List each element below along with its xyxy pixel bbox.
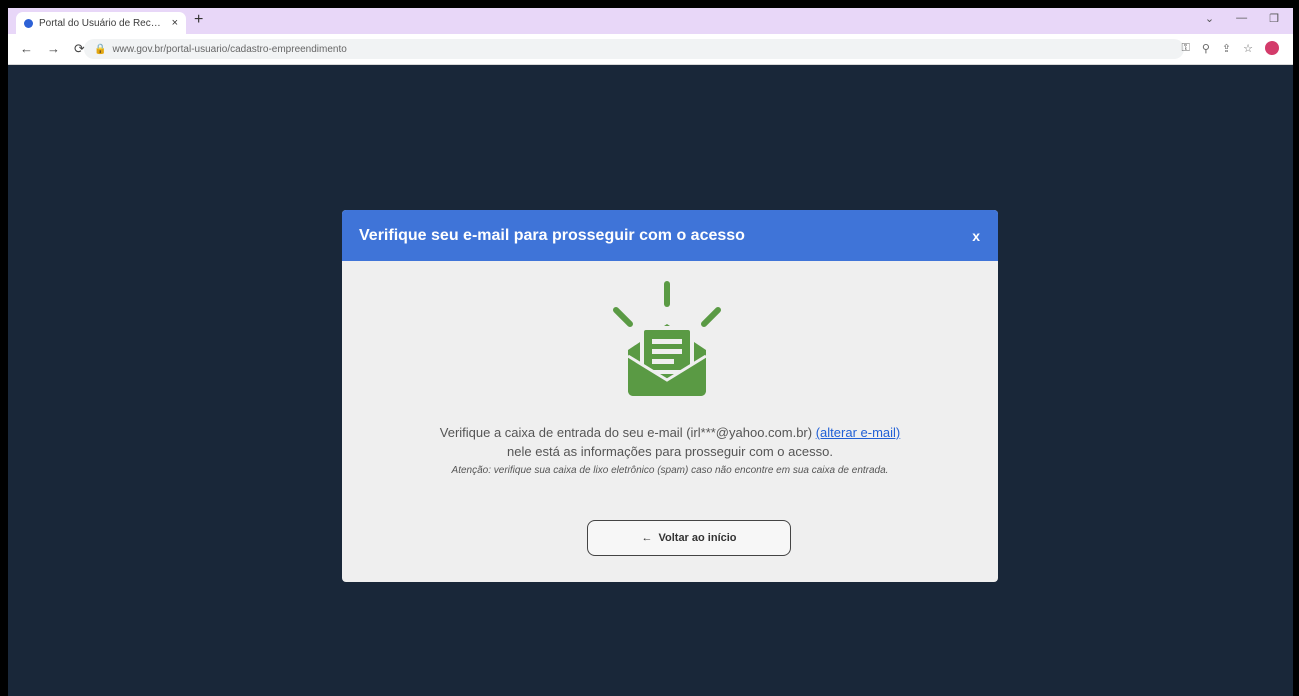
tab-strip: Portal do Usuário de Recursos Hídricos ×… — [8, 8, 1293, 34]
forward-nav-icon[interactable]: → — [47, 41, 60, 57]
star-icon[interactable]: ☆ — [1243, 42, 1253, 55]
address-bar[interactable]: 🔒 www.gov.br/portal-usuario/cadastro-emp… — [84, 39, 1184, 59]
back-to-start-button[interactable]: ← Voltar ao início — [587, 520, 791, 556]
modal-title: Verifique seu e-mail para prosseguir com… — [359, 226, 745, 244]
verify-email-modal: Verifique seu e-mail para prosseguir com… — [342, 210, 998, 582]
message-text: Verifique a caixa de entrada do seu e-ma… — [439, 425, 816, 440]
share-icon[interactable]: ⇪ — [1222, 42, 1231, 55]
nav-buttons: ← → ⟳ — [8, 41, 85, 57]
browser-tab[interactable]: Portal do Usuário de Recursos Hídricos × — [16, 12, 186, 34]
verification-message: Verifique a caixa de entrada do seu e-ma… — [342, 423, 998, 480]
open-envelope-icon — [613, 281, 721, 396]
browser-toolbar: ← → ⟳ 🔒 www.gov.br/portal-usuario/cadast… — [8, 34, 1293, 65]
arrow-left-icon: ← — [641, 532, 653, 544]
modal-header: Verifique seu e-mail para prosseguir com… — [342, 210, 998, 261]
change-email-link[interactable]: (alterar e-mail) — [816, 425, 901, 440]
tab-search-button[interactable]: ⌄ — [1205, 12, 1214, 25]
message-line-2: nele está as informações para prosseguir… — [507, 444, 833, 459]
zoom-icon[interactable]: ⚲ — [1202, 42, 1210, 55]
profile-avatar[interactable] — [1265, 41, 1279, 55]
back-nav-icon[interactable]: ← — [20, 41, 33, 57]
favicon-icon — [24, 18, 33, 28]
minimize-button[interactable]: — — [1236, 12, 1247, 25]
restore-button[interactable]: ❐ — [1269, 12, 1279, 25]
toolbar-icons: ⚿ ⚲ ⇪ ☆ — [1181, 41, 1279, 55]
close-button[interactable]: x — [972, 228, 980, 244]
tab-close-button[interactable]: × — [172, 17, 178, 29]
app-window: Portal do Usuário de Recursos Hídricos ×… — [8, 8, 1293, 696]
spam-note: Atenção: verifique sua caixa de lixo ele… — [451, 465, 889, 476]
key-icon[interactable]: ⚿ — [1181, 42, 1189, 55]
lock-icon[interactable]: 🔒 — [94, 44, 106, 55]
message-line-1: Verifique a caixa de entrada do seu e-ma… — [342, 423, 998, 442]
back-button-label: Voltar ao início — [658, 532, 737, 544]
new-tab-button[interactable]: + — [194, 11, 203, 29]
url-text: www.gov.br/portal-usuario/cadastro-empre… — [112, 43, 347, 55]
window-controls: ⌄ — ❐ — [1205, 12, 1279, 25]
tab-title: Portal do Usuário de Recursos Hídricos — [39, 17, 166, 29]
